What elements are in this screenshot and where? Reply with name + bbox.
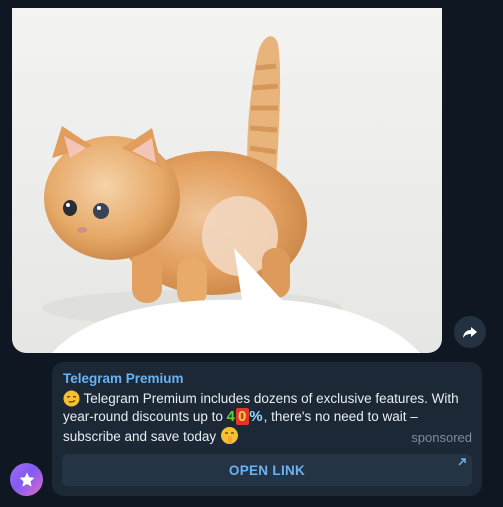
ad-text-line-2b: , there's no need to wait – — [263, 409, 418, 424]
share-button[interactable] — [454, 316, 486, 348]
premium-avatar[interactable] — [10, 463, 43, 496]
ad-title[interactable]: Telegram Premium — [63, 370, 472, 387]
shushing-emoji-icon — [220, 427, 238, 444]
sponsored-label: sponsored — [411, 430, 472, 445]
kitten-photo — [42, 36, 420, 353]
ad-text-line-1: Telegram Premium includes dozens of excl… — [80, 391, 459, 406]
share-arrow-icon — [463, 327, 477, 338]
open-link-label: OPEN LINK — [228, 462, 306, 478]
external-link-arrow-icon — [458, 458, 466, 466]
chat-view: Telegram Premium Telegram Premium includ… — [0, 0, 503, 507]
ad-text-line-2a: year-round discounts up to — [63, 409, 227, 424]
sponsored-message: Telegram Premium Telegram Premium includ… — [52, 362, 482, 496]
ad-text: Telegram Premium includes dozens of excl… — [63, 390, 468, 446]
ad-text-line-3: subscribe and save today — [63, 429, 220, 444]
discount-emoji: 4 0% — [226, 408, 264, 425]
smirk-emoji-icon — [63, 390, 80, 407]
photo-message[interactable] — [12, 8, 442, 353]
open-link-button[interactable]: OPEN LINK — [62, 454, 472, 486]
premium-star-icon — [19, 472, 34, 487]
